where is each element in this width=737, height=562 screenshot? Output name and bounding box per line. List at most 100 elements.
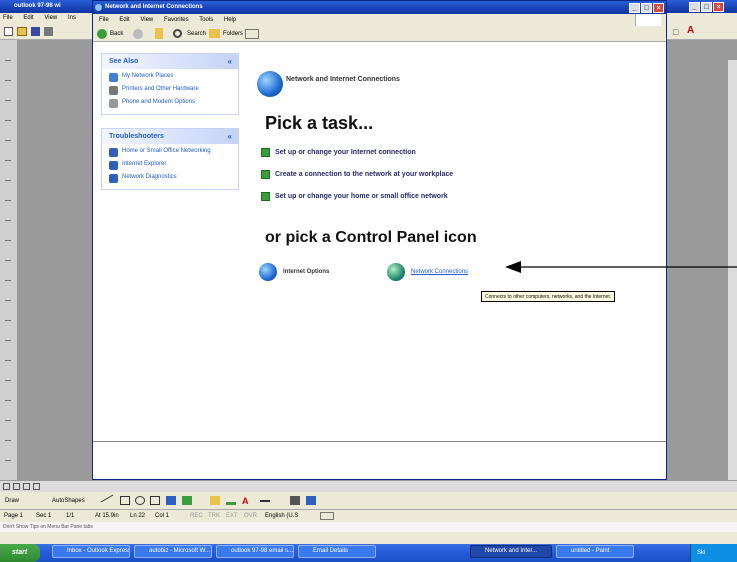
new-doc-icon[interactable] [4, 27, 13, 36]
line-color-icon[interactable] [226, 496, 236, 505]
task-item[interactable]: Set up or change your home or small offi… [261, 192, 448, 201]
task-arrow-icon [261, 192, 270, 201]
status-rec[interactable]: REC [190, 510, 203, 522]
views-icon[interactable] [245, 29, 259, 39]
task-item[interactable]: Create a connection to the network at yo… [261, 170, 453, 179]
drawing-toolbar: Draw AutoShapes A [0, 492, 737, 510]
close-button[interactable]: × [653, 3, 664, 13]
menu-tools[interactable]: Tools [199, 17, 213, 23]
draw-menu-button[interactable]: Draw [5, 492, 19, 510]
shadow-icon[interactable] [290, 496, 300, 505]
normal-view-icon[interactable] [3, 483, 10, 490]
open-folder-icon[interactable] [17, 27, 27, 36]
page-header: Network and Internet Connections [286, 76, 400, 83]
explorer-window: Network and Internet Connections _ □ × F… [92, 0, 667, 480]
start-label: start [12, 549, 28, 556]
wordart-icon[interactable] [166, 496, 176, 505]
tooltip: Connects to other computers, networks, a… [481, 291, 616, 302]
maximize-button[interactable]: □ [641, 3, 652, 13]
line-style-icon[interactable] [260, 500, 270, 502]
minimize-button[interactable]: _ [629, 3, 640, 13]
troubleshooter-item[interactable]: Internet Explorer [109, 161, 238, 170]
task-label: Create a connection to the network at yo… [275, 171, 454, 178]
web-view-icon[interactable] [13, 483, 20, 490]
save-icon[interactable] [31, 27, 40, 36]
textbox-tool-icon[interactable] [150, 496, 160, 505]
right-close-icon[interactable]: × [713, 2, 724, 12]
see-also-header[interactable]: See Also « [102, 54, 238, 69]
menu-file[interactable]: File [99, 17, 109, 23]
explorer-toolbar: Back Search Folders [93, 26, 666, 42]
taskbar-button[interactable]: autobiz - Microsoft W... [134, 545, 212, 558]
print-view-icon[interactable] [23, 483, 30, 490]
search-button[interactable]: Search [187, 26, 206, 42]
right-minimize-icon[interactable]: _ [689, 2, 700, 12]
line-tool-icon[interactable] [100, 494, 114, 503]
internet-options-item[interactable]: Internet Options [259, 263, 329, 281]
troubleshooters-header[interactable]: Troubleshooters « [102, 129, 238, 144]
network-places-icon [109, 73, 118, 82]
menu-help[interactable]: Help [224, 17, 236, 23]
collapse-chevron-icon[interactable]: « [228, 129, 232, 144]
fill-color-icon[interactable] [210, 496, 220, 505]
forward-arrow-icon[interactable] [133, 29, 143, 39]
task-label: Set up or change your home or small offi… [275, 193, 448, 200]
oval-tool-icon[interactable] [135, 496, 145, 505]
3d-icon[interactable] [306, 496, 316, 505]
menu-view[interactable]: View [140, 17, 153, 23]
taskbar-button[interactable]: Inbox - Outlook Express [52, 545, 130, 558]
taskbar-button[interactable]: Email Details [298, 545, 376, 558]
content-divider [93, 441, 666, 442]
internet-options-label: Internet Options [283, 269, 330, 275]
help-icon [109, 174, 118, 183]
status-trk[interactable]: TRK [208, 510, 220, 522]
task-item[interactable]: Set up or change your Internet connectio… [261, 148, 416, 157]
back-button[interactable]: Back [110, 26, 123, 42]
see-also-item-label: My Network Places [122, 73, 174, 79]
word-menu-view[interactable]: View [44, 15, 57, 21]
word-menu-insert[interactable]: Ins [68, 15, 76, 21]
border-icon[interactable]: □ [673, 27, 678, 37]
taskbar-button-active[interactable]: Network and Inter... [470, 545, 552, 558]
clipart-icon[interactable] [182, 496, 192, 505]
status-ext[interactable]: EXT [226, 510, 238, 522]
explorer-title-bar: Network and Internet Connections _ □ × [93, 1, 666, 14]
taskbar-button[interactable]: untitled - Paint [556, 545, 634, 558]
print-icon[interactable] [44, 27, 53, 36]
status-bar: Page 1 Sec 1 1/1 At 15.9in Ln 22 Col 1 R… [0, 510, 737, 522]
collapse-chevron-icon[interactable]: « [228, 54, 232, 69]
status-ovr[interactable]: OVR [244, 510, 257, 522]
start-button[interactable]: start [0, 544, 40, 562]
horizontal-scrollbar[interactable] [0, 480, 737, 492]
troubleshooter-item[interactable]: Network Diagnostics [109, 174, 238, 183]
network-connections-item[interactable]: Network Connections [387, 263, 468, 281]
phone-icon [109, 99, 118, 108]
printer-icon [109, 86, 118, 95]
up-folder-icon[interactable] [155, 28, 163, 39]
word-menu-file[interactable]: File [3, 15, 13, 21]
troubleshooter-item-label: Home or Small Office Networking [122, 148, 211, 154]
outline-view-icon[interactable] [33, 483, 40, 490]
menu-edit[interactable]: Edit [119, 17, 129, 23]
troubleshooters-box: Troubleshooters « Home or Small Office N… [101, 128, 239, 190]
right-toolbar: □ A [667, 13, 737, 40]
autoshapes-button[interactable]: AutoShapes [52, 492, 85, 510]
font-color-icon[interactable]: A [687, 25, 694, 36]
troubleshooter-item[interactable]: Home or Small Office Networking [109, 148, 238, 157]
folders-icon[interactable] [209, 29, 220, 38]
word-menu-edit[interactable]: Edit [23, 15, 33, 21]
see-also-item[interactable]: My Network Places [109, 73, 238, 82]
menu-favorites[interactable]: Favorites [164, 17, 189, 23]
see-also-item[interactable]: Printers and Other Hardware [109, 86, 238, 95]
rectangle-tool-icon[interactable] [120, 496, 130, 505]
font-color-a-icon[interactable]: A [242, 492, 249, 510]
search-icon[interactable] [173, 29, 182, 38]
spelling-status-icon[interactable] [320, 512, 334, 520]
right-maximize-icon[interactable]: □ [701, 2, 712, 12]
taskbar-button[interactable]: outlook 97-98 email s... [216, 545, 294, 558]
folders-button[interactable]: Folders [223, 26, 243, 42]
status-note: Don't Show Tips on Menu Bar Pane tabs [0, 522, 737, 532]
help-icon [109, 161, 118, 170]
back-arrow-icon[interactable] [97, 29, 107, 39]
see-also-item[interactable]: Phone and Modem Options [109, 99, 238, 108]
